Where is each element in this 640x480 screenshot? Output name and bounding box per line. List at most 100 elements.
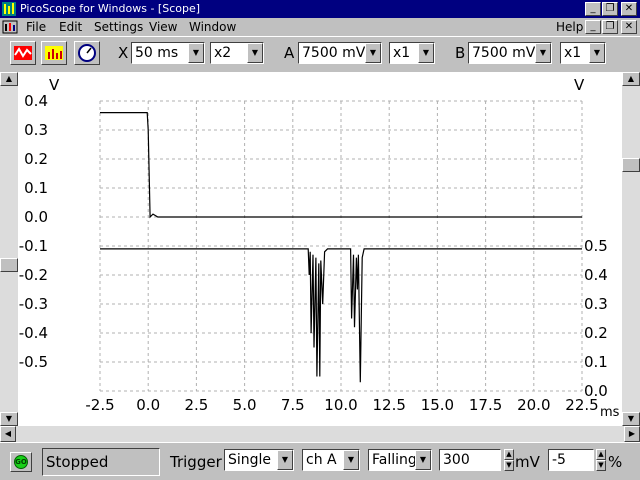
scope-area: ▲ ▼ -2.5 0.0 2.5 5.0 7.5 10.0 12.5 15.0 17.5 20.0… bbox=[0, 72, 640, 426]
menu-help[interactable]: Help bbox=[556, 20, 583, 34]
y-right-tick-label: 0.1 bbox=[584, 353, 608, 371]
chevron-down-icon[interactable]: ▼ bbox=[343, 450, 359, 470]
x-multiplier-value: x2 bbox=[214, 45, 232, 61]
chevron-down-icon[interactable]: ▼ bbox=[535, 43, 551, 63]
meter-view-button[interactable] bbox=[74, 41, 100, 65]
scope-grid bbox=[99, 100, 583, 392]
timebase-select[interactable]: 50 ms ▼ bbox=[131, 42, 205, 64]
spin-down-arrow-icon[interactable]: ▼ bbox=[596, 460, 606, 471]
pretrigger-spinner[interactable]: ▲ ▼ bbox=[596, 449, 606, 471]
go-button[interactable]: GO bbox=[10, 452, 32, 472]
spin-down-arrow-icon[interactable]: ▼ bbox=[504, 460, 514, 471]
trigger-edge-select[interactable]: Falling ▼ bbox=[368, 449, 432, 471]
scroll-down-arrow-icon[interactable]: ▼ bbox=[622, 412, 640, 426]
chevron-down-icon[interactable]: ▼ bbox=[418, 43, 434, 63]
trigger-level-input[interactable]: 300 bbox=[439, 449, 501, 471]
y-left-tick-label: -0.2 bbox=[19, 266, 48, 284]
chevron-down-icon[interactable]: ▼ bbox=[365, 43, 381, 63]
trace-left bbox=[100, 111, 582, 219]
x-tick-label: 15.0 bbox=[421, 396, 454, 414]
spin-up-arrow-icon[interactable]: ▲ bbox=[504, 449, 514, 460]
scroll-left-arrow-icon[interactable]: ◀ bbox=[0, 426, 16, 442]
menu-bar: File Edit Settings View Window Help _ ❐ … bbox=[0, 18, 640, 36]
scroll-thumb[interactable] bbox=[622, 158, 640, 172]
scroll-up-arrow-icon[interactable]: ▲ bbox=[0, 72, 18, 86]
go-led-icon: GO bbox=[14, 455, 28, 469]
restore-button[interactable]: ❐ bbox=[602, 2, 618, 16]
minimize-button[interactable]: _ bbox=[585, 2, 601, 16]
channel-b-range-value: 7500 mV bbox=[472, 45, 536, 61]
menu-view[interactable]: View bbox=[149, 20, 177, 34]
trigger-channel-value: ch A bbox=[306, 452, 337, 468]
spectrum-view-button[interactable] bbox=[41, 41, 67, 65]
channel-b-range-select[interactable]: 7500 mV ▼ bbox=[468, 42, 552, 64]
y-left-tick-label: 0.0 bbox=[24, 208, 48, 226]
trigger-channel-select[interactable]: ch A ▼ bbox=[302, 449, 360, 471]
x-tick-label: 20.0 bbox=[517, 396, 550, 414]
menu-settings[interactable]: Settings bbox=[94, 20, 143, 34]
scope-view-button[interactable] bbox=[10, 41, 36, 65]
y-right-tick-label: 0.5 bbox=[584, 237, 608, 255]
picoscope-app-icon[interactable] bbox=[2, 2, 16, 16]
scroll-thumb[interactable] bbox=[0, 258, 18, 272]
x-tick-label: 5.0 bbox=[233, 396, 257, 414]
chevron-down-icon[interactable]: ▼ bbox=[247, 43, 263, 63]
channel-b-multiplier-select[interactable]: x1 ▼ bbox=[560, 42, 606, 64]
channel-a-offset-scrollbar[interactable]: ▲ ▼ bbox=[0, 72, 18, 426]
mdi-close-button[interactable]: ✕ bbox=[621, 20, 637, 34]
y-right-unit-label: V bbox=[574, 76, 585, 94]
status-text: Stopped bbox=[46, 453, 109, 471]
channel-b-multiplier-value: x1 bbox=[564, 45, 582, 61]
x-multiplier-select[interactable]: x2 ▼ bbox=[210, 42, 264, 64]
spin-up-arrow-icon[interactable]: ▲ bbox=[596, 449, 606, 460]
trigger-label: Trigger bbox=[170, 453, 222, 471]
y-left-tick-label: -0.4 bbox=[19, 324, 48, 342]
y-right-tick-label: 0.4 bbox=[584, 266, 608, 284]
x-tick-label: 0.0 bbox=[136, 396, 160, 414]
trigger-level-unit: mV bbox=[515, 453, 540, 471]
spectrum-bars-icon bbox=[45, 46, 63, 60]
scroll-up-arrow-icon[interactable]: ▲ bbox=[622, 72, 640, 86]
document-icon[interactable] bbox=[2, 20, 18, 34]
trigger-level-value: 300 bbox=[443, 452, 470, 468]
status-bar: GO Stopped Trigger Single ▼ ch A ▼ Falli… bbox=[0, 442, 640, 480]
y-left-tick-label: -0.1 bbox=[19, 237, 48, 255]
x-tick-label: 7.5 bbox=[281, 396, 305, 414]
channel-a-range-value: 7500 mV bbox=[302, 45, 366, 61]
chevron-down-icon[interactable]: ▼ bbox=[188, 43, 204, 63]
pretrigger-value: -5 bbox=[552, 452, 566, 468]
channel-b-offset-scrollbar[interactable]: ▲ ▼ bbox=[622, 72, 640, 426]
chevron-down-icon[interactable]: ▼ bbox=[415, 450, 431, 470]
scroll-down-arrow-icon[interactable]: ▼ bbox=[0, 412, 18, 426]
toolbar: X 50 ms ▼ x2 ▼ A 7500 mV ▼ x1 ▼ B 7500 m… bbox=[0, 36, 640, 70]
time-scrollbar[interactable]: ◀ ▶ bbox=[0, 426, 640, 442]
status-field: Stopped bbox=[42, 448, 160, 476]
y-left-tick-label: 0.4 bbox=[24, 92, 48, 110]
menu-window[interactable]: Window bbox=[189, 20, 236, 34]
channel-a-multiplier-value: x1 bbox=[393, 45, 411, 61]
trigger-level-spinner[interactable]: ▲ ▼ bbox=[504, 449, 514, 471]
channel-a-multiplier-select[interactable]: x1 ▼ bbox=[389, 42, 435, 64]
scope-chart[interactable]: -2.5 0.0 2.5 5.0 7.5 10.0 12.5 15.0 17.5 20.0 22.5… bbox=[18, 72, 622, 426]
mdi-restore-button[interactable]: ❐ bbox=[602, 20, 618, 34]
menu-file[interactable]: File bbox=[26, 20, 46, 34]
x-tick-label: -2.5 bbox=[85, 396, 114, 414]
trigger-mode-select[interactable]: Single ▼ bbox=[224, 449, 294, 471]
x-tick-label: 2.5 bbox=[184, 396, 208, 414]
chevron-down-icon[interactable]: ▼ bbox=[589, 43, 605, 63]
close-button[interactable]: ✕ bbox=[621, 2, 637, 16]
chevron-down-icon[interactable]: ▼ bbox=[277, 450, 293, 470]
pretrigger-input[interactable]: -5 bbox=[548, 449, 594, 471]
timebase-value: 50 ms bbox=[135, 45, 179, 61]
scroll-right-arrow-icon[interactable]: ▶ bbox=[624, 426, 640, 442]
y-left-unit-label: V bbox=[49, 76, 60, 94]
window-title: PicoScope for Windows - [Scope] bbox=[20, 2, 201, 15]
y-right-tick-label: 0.0 bbox=[584, 382, 608, 400]
mdi-minimize-button[interactable]: _ bbox=[585, 20, 601, 34]
y-right-tick-label: 0.3 bbox=[584, 295, 608, 313]
channel-a-range-select[interactable]: 7500 mV ▼ bbox=[298, 42, 382, 64]
x-tick-label: 17.5 bbox=[469, 396, 502, 414]
menu-edit[interactable]: Edit bbox=[59, 20, 82, 34]
trigger-mode-value: Single bbox=[228, 452, 272, 468]
meter-dial-icon bbox=[78, 44, 96, 62]
